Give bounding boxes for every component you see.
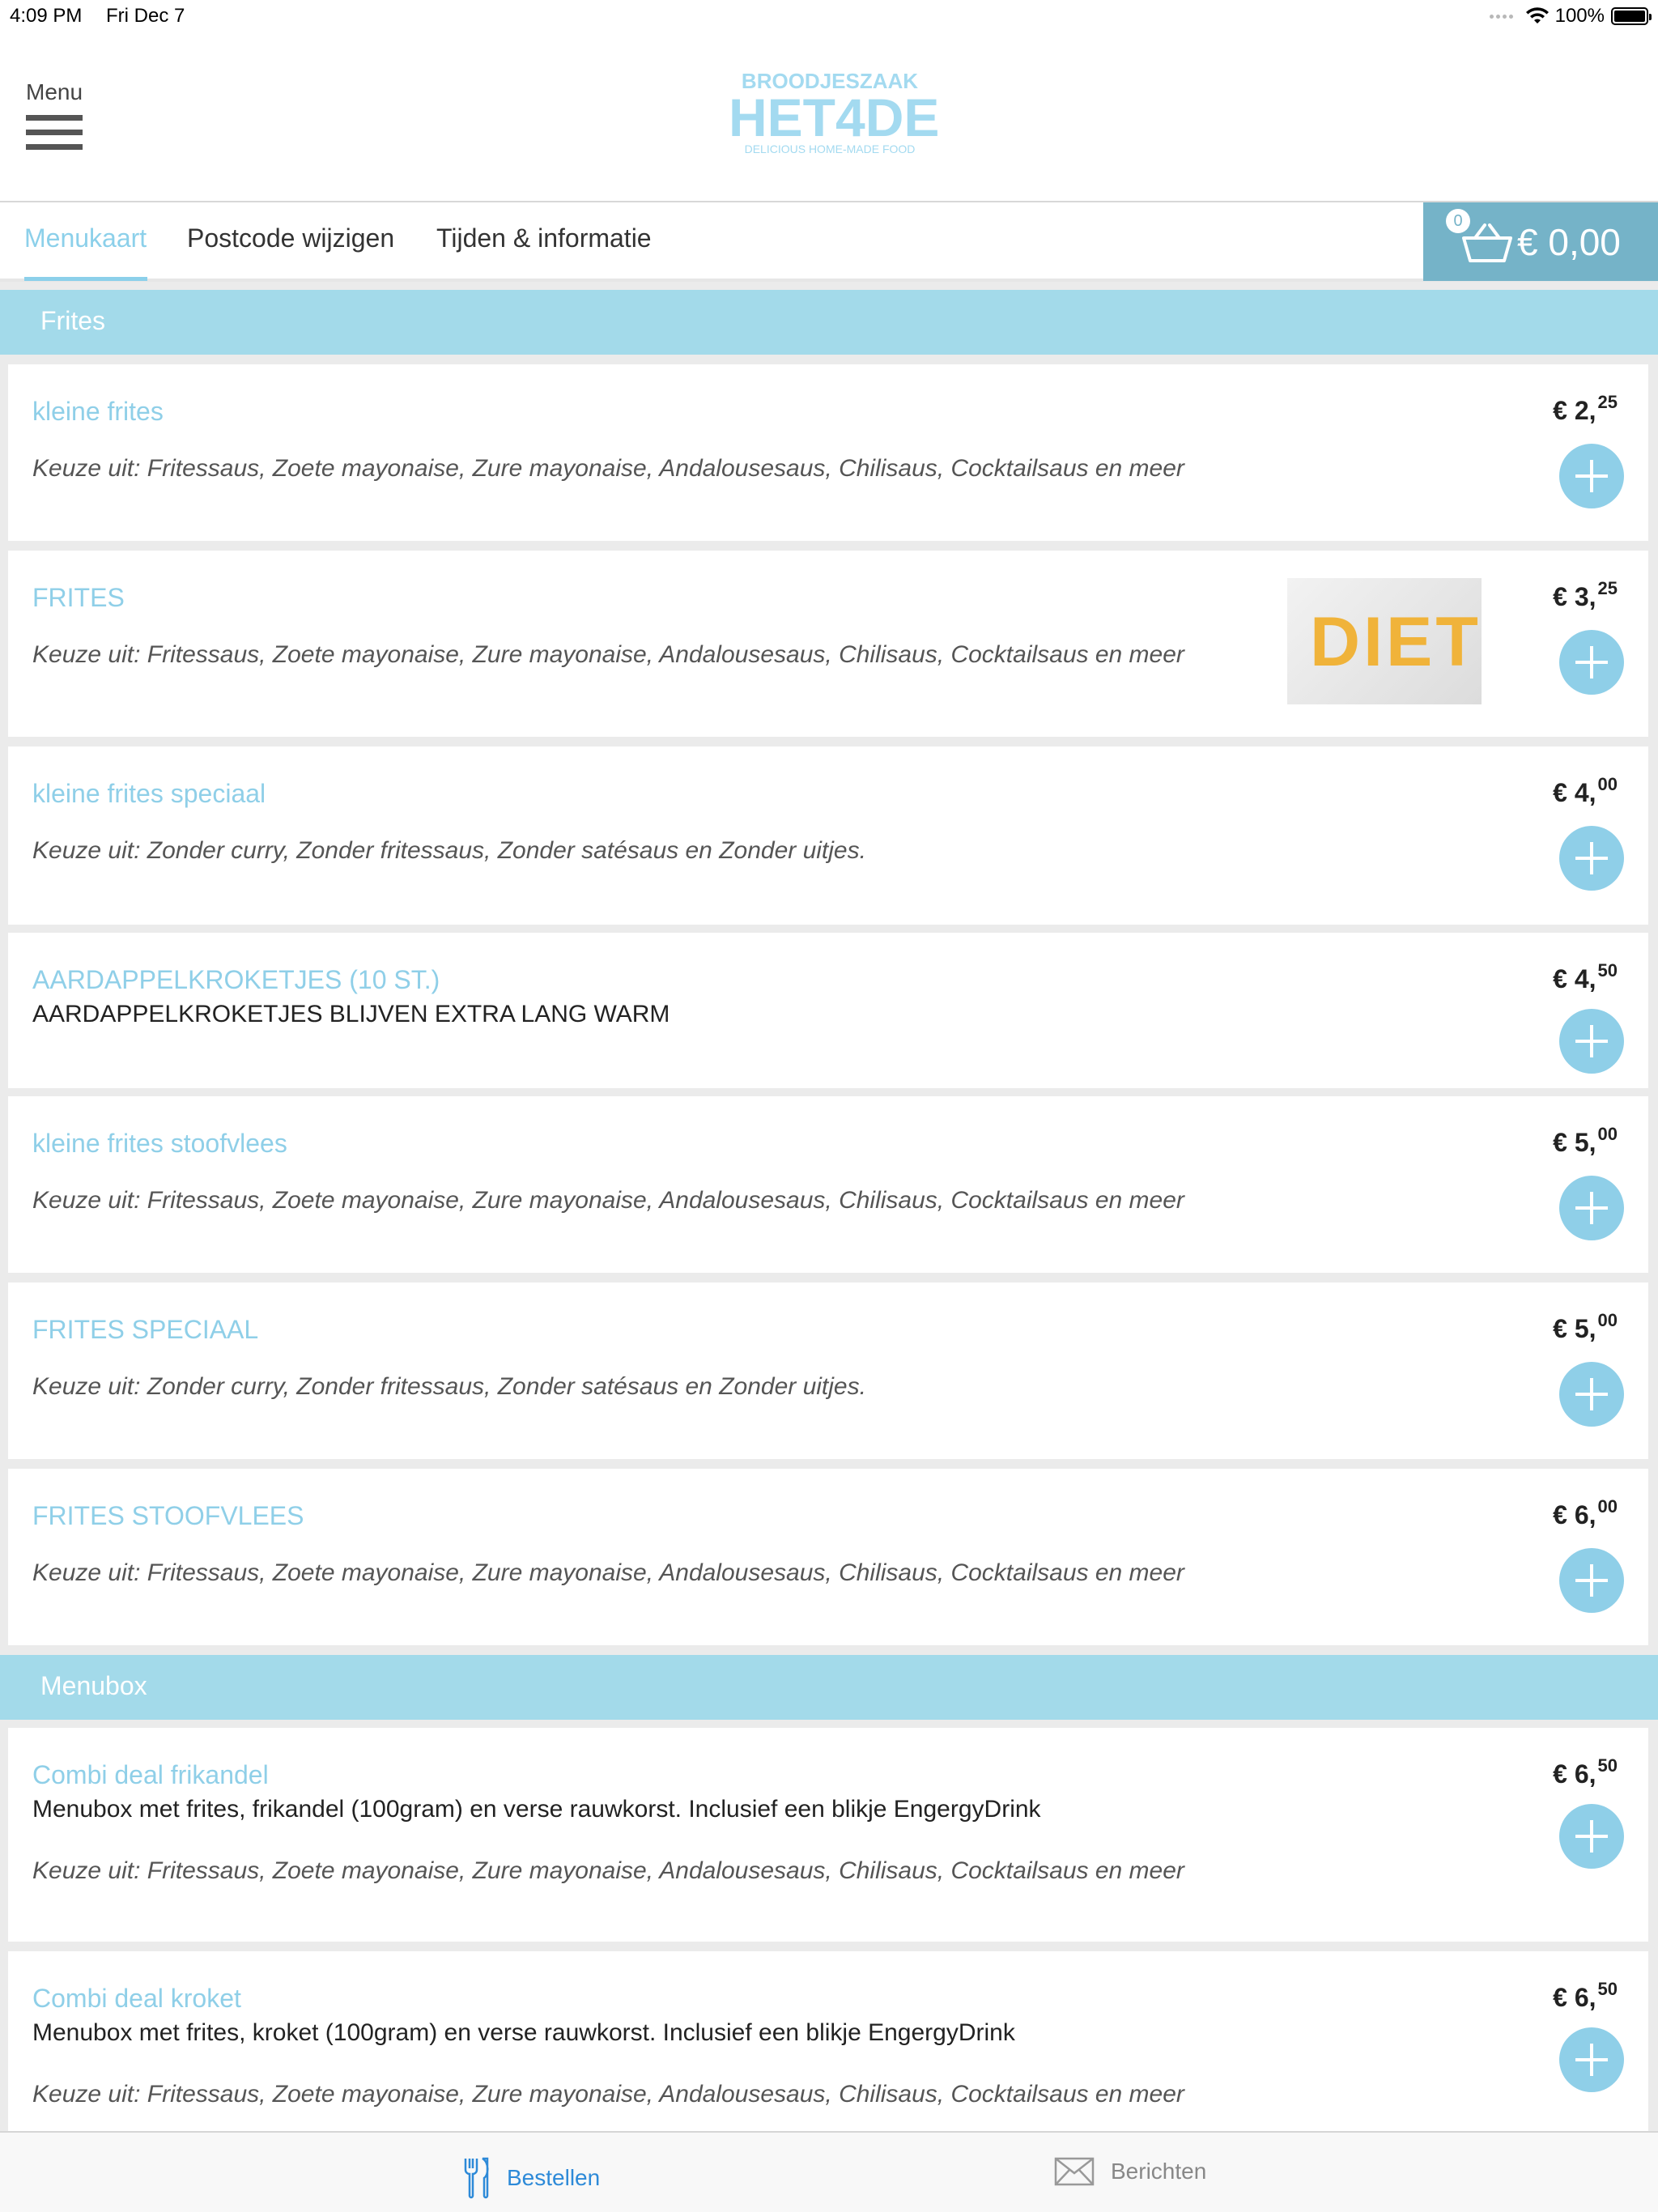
menu-item[interactable]: FRITES STOOFVLEES Keuze uit: Fritessaus,…: [8, 1469, 1648, 1645]
item-name: AARDAPPELKROKETJES (10 ST.): [32, 965, 440, 994]
menu-item[interactable]: kleine frites stoofvlees Keuze uit: Frit…: [8, 1096, 1648, 1273]
logo-sub-text: DELICIOUS HOME-MADE FOOD: [744, 143, 916, 155]
bottom-tab-berichten[interactable]: Berichten: [1054, 2157, 1206, 2186]
item-options: Keuze uit: Zonder curry, Zonder fritessa…: [32, 1373, 866, 1400]
status-indicators: 100%: [1489, 5, 1652, 28]
item-price: € 4,50: [1553, 960, 1618, 993]
tab-postcode-wijzigen[interactable]: Postcode wijzigen: [187, 223, 394, 253]
bottom-tab-bar: Bestellen Berichten: [0, 2131, 1658, 2212]
cart-total: € 0,00: [1517, 221, 1621, 263]
status-date: Fri Dec 7: [106, 5, 185, 27]
bottom-tab-label: Bestellen: [507, 2165, 601, 2190]
add-item-button[interactable]: [1559, 444, 1624, 508]
item-name: Combi deal frikandel: [32, 1760, 269, 1789]
status-bar: 4:09 PM Fri Dec 7 100%: [0, 0, 1658, 32]
item-description: AARDAPPELKROKETJES BLIJVEN EXTRA LANG WA…: [32, 1001, 670, 1027]
item-price: € 6,50: [1553, 1755, 1618, 1789]
item-options: Keuze uit: Fritessaus, Zoete mayonaise, …: [32, 1857, 1184, 1884]
item-description: Menubox met frites, frikandel (100gram) …: [32, 1796, 1041, 1823]
add-item-button[interactable]: [1559, 1362, 1624, 1427]
app-header: Menu BROODJESZAAK HET4DE DELICIOUS HOME-…: [0, 32, 1658, 202]
battery-icon: [1611, 7, 1652, 25]
section-header-frites: Frites: [0, 290, 1658, 355]
item-options: Keuze uit: Zonder curry, Zonder fritessa…: [32, 837, 866, 864]
active-tab-indicator: [24, 277, 147, 281]
envelope-icon: [1054, 2157, 1095, 2186]
item-price: € 5,00: [1553, 1310, 1618, 1343]
item-price: € 5,00: [1553, 1124, 1618, 1157]
menu-label: Menu: [26, 79, 83, 104]
item-price: € 2,25: [1553, 392, 1618, 425]
item-price: € 6,00: [1553, 1496, 1618, 1529]
item-name: Combi deal kroket: [32, 1984, 241, 2013]
top-tab-bar: Menukaart Postcode wijzigen Tijden & inf…: [0, 202, 1658, 282]
item-name: kleine frites: [32, 397, 164, 426]
menu-item[interactable]: kleine frites speciaal Keuze uit: Zonder…: [8, 747, 1648, 925]
add-item-button[interactable]: [1559, 1548, 1624, 1613]
wifi-icon: [1525, 7, 1549, 23]
menu-button[interactable]: Menu: [26, 79, 91, 159]
cart-count-badge: 0: [1446, 209, 1470, 233]
logo-main-text: HET4DE: [729, 87, 940, 147]
item-price: € 6,50: [1553, 1979, 1618, 2012]
add-item-button[interactable]: [1559, 826, 1624, 891]
add-item-button[interactable]: [1559, 1176, 1624, 1240]
item-price: € 4,00: [1553, 774, 1618, 807]
tab-tijden-informatie[interactable]: Tijden & informatie: [436, 223, 652, 253]
item-options: Keuze uit: Fritessaus, Zoete mayonaise, …: [32, 641, 1184, 668]
status-time: 4:09 PM: [10, 5, 83, 27]
cart-button[interactable]: 0 € 0,00: [1423, 202, 1658, 281]
item-image: DIET: [1287, 578, 1482, 704]
item-name: kleine frites speciaal: [32, 779, 266, 808]
fork-knife-icon: [464, 2157, 489, 2199]
signal-icon: [1489, 14, 1513, 19]
menu-item[interactable]: Combi deal kroket Menubox met frites, kr…: [8, 1951, 1648, 2131]
item-options: Keuze uit: Fritessaus, Zoete mayonaise, …: [32, 2081, 1184, 2108]
menu-item[interactable]: AARDAPPELKROKETJES (10 ST.) AARDAPPELKRO…: [8, 933, 1648, 1088]
section-title: Menubox: [40, 1671, 147, 1700]
section-header-menubox: Menubox: [0, 1655, 1658, 1720]
menu-item[interactable]: Combi deal frikandel Menubox met frites,…: [8, 1728, 1648, 1942]
item-description: Menubox met frites, kroket (100gram) en …: [32, 2019, 1015, 2046]
menu-item[interactable]: FRITES Keuze uit: Fritessaus, Zoete mayo…: [8, 551, 1648, 737]
logo: BROODJESZAAK HET4DE DELICIOUS HOME-MADE …: [729, 69, 940, 155]
item-options: Keuze uit: Fritessaus, Zoete mayonaise, …: [32, 1187, 1184, 1214]
item-name: kleine frites stoofvlees: [32, 1129, 287, 1158]
bottom-tab-bestellen[interactable]: Bestellen: [463, 2157, 600, 2199]
tab-menukaart[interactable]: Menukaart: [24, 223, 147, 253]
section-title: Frites: [40, 306, 105, 335]
bottom-tab-label: Berichten: [1111, 2159, 1207, 2184]
item-name: FRITES SPECIAAL: [32, 1315, 259, 1344]
add-item-button[interactable]: [1559, 630, 1624, 695]
hamburger-icon: [26, 115, 83, 150]
item-price: € 3,25: [1553, 578, 1618, 611]
add-item-button[interactable]: [1559, 1009, 1624, 1074]
menu-item[interactable]: FRITES SPECIAAL Keuze uit: Zonder curry,…: [8, 1283, 1648, 1459]
item-options: Keuze uit: Fritessaus, Zoete mayonaise, …: [32, 455, 1184, 482]
add-item-button[interactable]: [1559, 2027, 1624, 2092]
item-image-text: DIET: [1310, 603, 1482, 681]
item-options: Keuze uit: Fritessaus, Zoete mayonaise, …: [32, 1559, 1184, 1586]
battery-percent: 100%: [1554, 5, 1605, 27]
item-name: FRITES: [32, 583, 125, 612]
item-name: FRITES STOOFVLEES: [32, 1501, 304, 1530]
add-item-button[interactable]: [1559, 1804, 1624, 1869]
menu-item[interactable]: kleine frites Keuze uit: Fritessaus, Zoe…: [8, 364, 1648, 541]
